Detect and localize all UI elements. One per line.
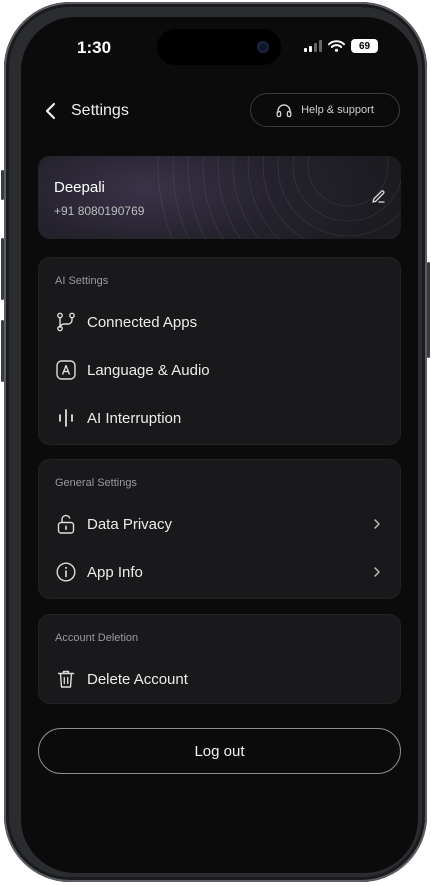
interruption-icon [59,409,73,427]
chevron-right-icon [374,567,380,577]
row-label: Language & Audio [87,362,210,379]
account-deletion-card: Account Deletion Delete Account [38,614,401,704]
data-privacy-row[interactable]: Data Privacy [39,504,400,544]
section-label: AI Settings [55,275,109,287]
row-label: AI Interruption [87,410,182,427]
row-label: App Info [87,564,143,581]
back-arrow-icon[interactable] [43,101,59,121]
headphones-icon [276,103,292,117]
status-time: 1:30 [77,38,112,57]
delete-account-row[interactable]: Delete Account [39,659,400,699]
app-info-row[interactable]: App Info [39,552,400,592]
ai-settings-card: AI Settings Connected Apps Language & Au… [38,257,401,445]
signal-icon [304,40,322,52]
help-support-button[interactable]: Help & support [250,93,400,127]
section-label: Account Deletion [55,632,139,644]
row-label: Data Privacy [87,516,173,533]
mute-switch [1,170,4,200]
unlock-icon [57,514,75,534]
camera-icon [257,41,269,53]
info-icon [56,562,76,582]
volume-down-button [1,320,4,382]
row-label: Delete Account [87,671,188,688]
general-settings-card: General Settings Data Privacy App Info [38,459,401,599]
trash-icon [57,670,75,688]
row-label: Connected Apps [87,314,198,331]
page-title: Settings [71,102,129,119]
chevron-right-icon [374,519,380,529]
phone-frame: 1:30 69 Settings Help & support Deepali … [1,2,430,882]
volume-up-button [1,238,4,300]
wifi-icon [328,40,345,52]
profile-card[interactable]: Deepali +91 8080190769 [38,156,401,239]
screen: 1:30 69 Settings Help & support Deepali … [21,17,418,873]
logout-button[interactable]: Log out [38,728,401,774]
edit-icon[interactable] [371,189,386,204]
help-support-label: Help & support [301,104,374,116]
section-label: General Settings [55,477,137,489]
status-icons: 69 [304,39,378,53]
profile-phone: +91 8080190769 [54,204,145,218]
profile-name: Deepali [54,179,105,196]
battery-icon: 69 [351,39,378,53]
connected-apps-icon [57,312,75,332]
connected-apps-row[interactable]: Connected Apps [39,302,400,342]
ai-interruption-row[interactable]: AI Interruption [39,398,400,438]
power-button [427,262,430,358]
header: Settings Help & support [21,93,418,133]
language-icon [56,360,76,380]
language-audio-row[interactable]: Language & Audio [39,350,400,390]
profile-pattern [157,156,401,239]
